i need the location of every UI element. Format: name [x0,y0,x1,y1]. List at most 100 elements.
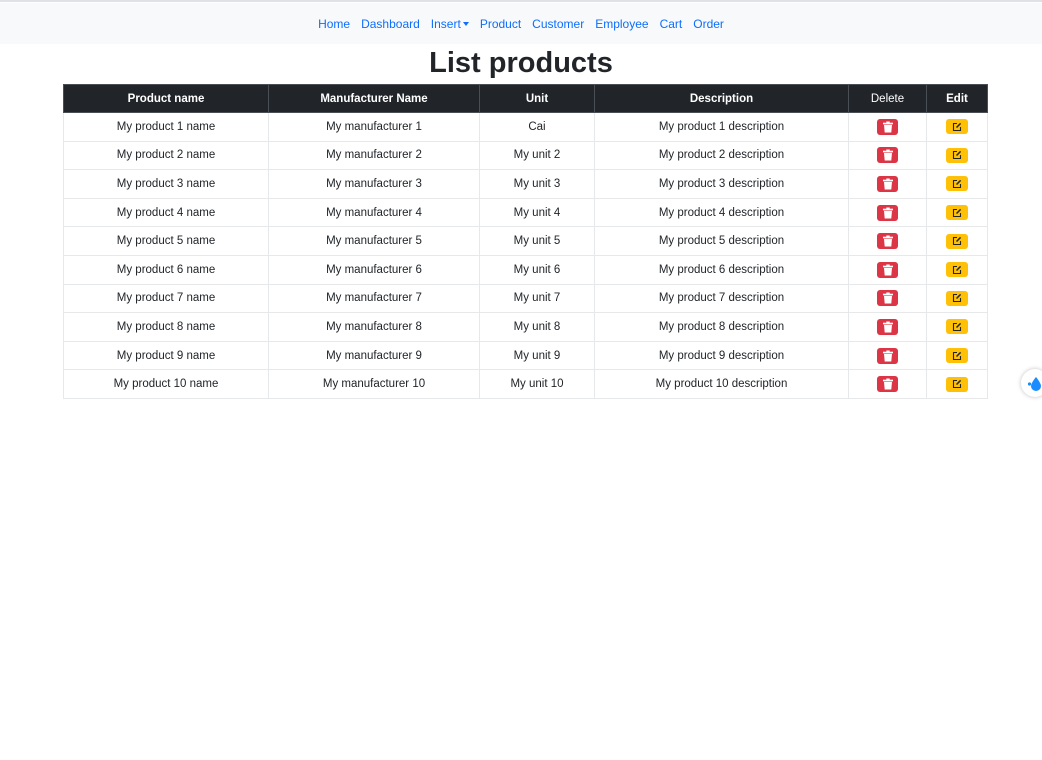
edit-button[interactable] [946,262,968,278]
cell-edit [926,312,988,342]
cell-delete [848,254,927,285]
table-row: My product 4 name My manufacturer 4 My uni… [63,197,988,228]
edit-button[interactable] [946,376,968,392]
page-title: List products [429,47,613,79]
delete-button[interactable] [877,233,898,250]
edit-icon [952,122,962,131]
nav-insert-dropdown[interactable]: Insert [431,17,469,31]
nav-insert-label: Insert [430,16,461,31]
trash-icon [882,207,893,219]
cell-manufacturer: My manufacturer 6 [268,254,480,285]
cell-product-name: My product 4 name [63,197,269,228]
header-product-name: Product name [63,84,269,113]
trash-icon [882,149,893,161]
trash-icon [882,350,893,362]
cell-product-name: My product 6 name [63,254,269,285]
nav-order[interactable]: Order [693,17,724,31]
cell-product-name: My product 10 name [63,369,269,399]
cell-edit [926,369,988,399]
edit-icon [952,208,962,217]
cell-edit [926,140,988,171]
products-table: Product name Manufacturer Name Unit Desc… [63,84,988,399]
edit-icon [952,179,962,189]
nav-cart[interactable]: Cart [660,17,683,31]
navbar: Home Dashboard Insert Product Customer E… [0,3,1042,44]
cell-unit: My unit 3 [479,169,595,199]
edit-button[interactable] [946,147,968,163]
floating-widget-button[interactable] [1021,369,1042,397]
cell-unit: My unit 6 [479,254,595,285]
droplet-icon [1027,377,1041,391]
cell-product-name: My product 9 name [63,340,269,371]
cell-delete [848,140,927,171]
cell-product-name: My product 3 name [63,169,269,199]
delete-button[interactable] [877,376,898,393]
cell-delete [848,226,927,256]
edit-button[interactable] [946,205,968,221]
trash-icon [882,321,893,333]
cell-description: My product 1 description [594,112,849,142]
cell-manufacturer: My manufacturer 1 [268,112,480,142]
cell-description: My product 8 description [594,312,849,342]
cell-manufacturer: My manufacturer 5 [268,226,480,256]
delete-button[interactable] [877,204,898,221]
cell-manufacturer: My manufacturer 7 [268,283,480,314]
cell-delete [848,312,927,342]
edit-icon [952,380,962,389]
nav-home[interactable]: Home [318,17,350,31]
delete-button[interactable] [877,318,898,335]
nav-customer[interactable]: Customer [532,17,584,31]
nav-employee[interactable]: Employee [595,17,648,31]
trash-icon [882,235,893,247]
delete-button[interactable] [877,175,898,192]
cell-unit: My unit 4 [479,197,595,228]
table-row: My product 6 name My manufacturer 6 My uni… [63,254,988,285]
cell-edit [926,226,988,256]
cell-delete [848,283,927,314]
header-edit: Edit [926,84,988,113]
nav-product[interactable]: Product [480,17,521,31]
edit-button[interactable] [946,233,968,249]
edit-button[interactable] [946,348,968,364]
edit-button[interactable] [946,290,968,306]
edit-button[interactable] [946,176,968,192]
edit-button[interactable] [946,319,968,335]
cell-manufacturer: My manufacturer 10 [268,369,480,399]
delete-button[interactable] [877,347,898,364]
table-header-row: Product name Manufacturer Name Unit Desc… [63,84,988,113]
delete-button[interactable] [877,147,898,164]
delete-button[interactable] [877,261,898,278]
edit-icon [952,265,962,274]
table-row: My product 2 name My manufacturer 2 My uni… [63,140,988,171]
delete-button[interactable] [877,290,898,307]
cell-product-name: My product 1 name [63,112,269,142]
cell-edit [926,112,988,142]
edit-icon [952,294,962,303]
cell-description: My product 6 description [594,254,849,285]
cell-unit: My unit 10 [479,369,595,399]
edit-icon [952,151,962,160]
table-row: My product 9 name My manufacturer 9 My uni… [63,340,988,371]
trash-icon [882,378,893,390]
delete-button[interactable] [877,118,898,135]
cell-description: My product 7 description [594,283,849,314]
cell-manufacturer: My manufacturer 3 [268,169,480,199]
edit-button[interactable] [946,119,968,135]
cell-description: My product 10 description [594,369,849,399]
trash-icon [882,292,893,304]
header-manufacturer-name: Manufacturer Name [268,84,480,113]
cell-manufacturer: My manufacturer 9 [268,340,480,371]
cell-delete [848,369,927,399]
cell-edit [926,283,988,314]
cell-unit: My unit 8 [479,312,595,342]
cell-description: My product 3 description [594,169,849,199]
cell-edit [926,197,988,228]
header-delete: Delete [848,84,927,113]
cell-product-name: My product 7 name [63,283,269,314]
cell-delete [848,197,927,228]
edit-icon [952,351,962,360]
trash-icon [882,178,893,190]
cell-edit [926,340,988,371]
edit-icon [952,322,962,332]
nav-dashboard[interactable]: Dashboard [361,17,420,31]
